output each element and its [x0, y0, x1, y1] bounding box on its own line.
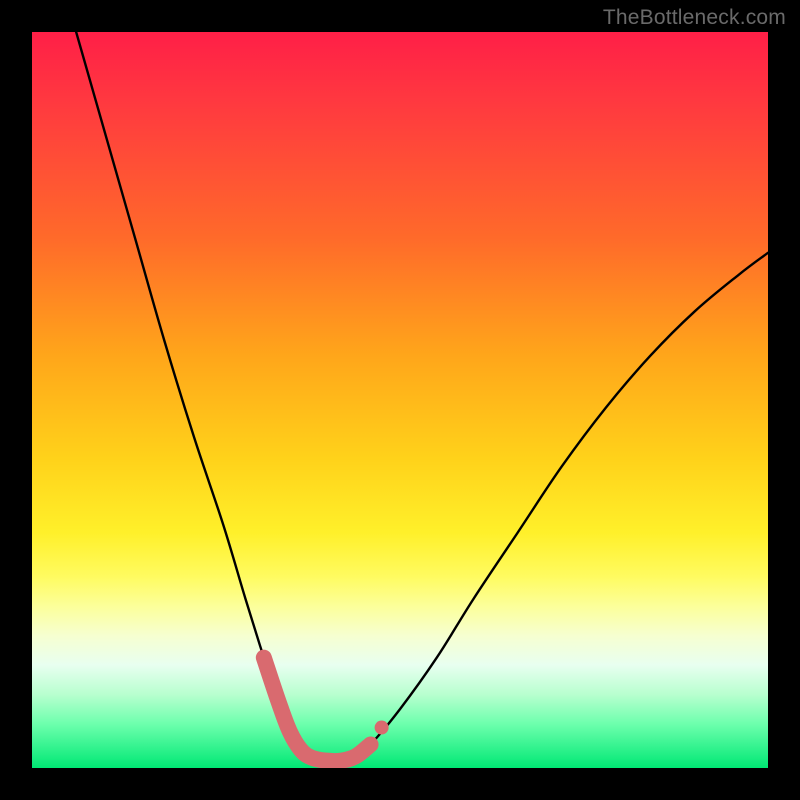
optimal-marker-dot — [375, 721, 389, 735]
watermark-text: TheBottleneck.com — [603, 6, 786, 30]
chart-frame: TheBottleneck.com — [0, 0, 800, 800]
chart-svg — [32, 32, 768, 768]
chart-plot-area — [32, 32, 768, 768]
bottleneck-curve — [76, 32, 768, 761]
optimal-range-highlight — [264, 658, 371, 762]
